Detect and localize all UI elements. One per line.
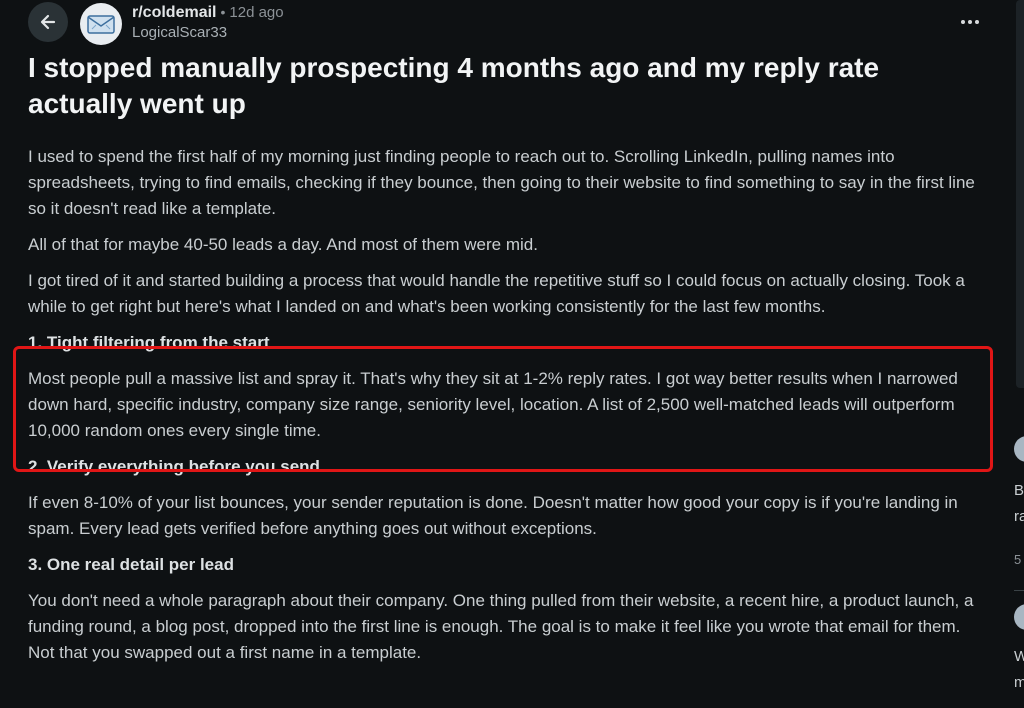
- meta-separator: •: [220, 4, 226, 20]
- body-paragraph: I used to spend the first half of my mor…: [28, 147, 975, 218]
- body-paragraph: All of that for maybe 40-50 leads a day.…: [28, 235, 538, 254]
- arrow-left-icon: [40, 14, 56, 30]
- sidebar-avatar[interactable]: [1014, 436, 1024, 462]
- subreddit-name[interactable]: r/coldemail: [132, 4, 216, 21]
- sidebar-item-title[interactable]: B: [1014, 482, 1024, 499]
- envelope-icon: [87, 15, 115, 34]
- sidebar-item-title[interactable]: m: [1014, 674, 1024, 691]
- post-title: I stopped manually prospecting 4 months …: [28, 52, 880, 119]
- sidebar-item-title[interactable]: W: [1014, 648, 1024, 665]
- sidebar-item-meta: 5: [1014, 552, 1022, 567]
- more-options-button[interactable]: [956, 10, 984, 34]
- highlight-box: [13, 346, 993, 472]
- subreddit-avatar[interactable]: [80, 3, 122, 45]
- section-text: If even 8-10% of your list bounces, your…: [28, 493, 958, 538]
- sidebar-item-title[interactable]: ra: [1014, 508, 1024, 525]
- subreddit-meta: r/coldemail • 12d ago: [132, 4, 284, 22]
- sidebar-panel-edge: [1016, 0, 1024, 388]
- more-horizontal-icon: [961, 20, 979, 24]
- body-paragraph: I got tired of it and started building a…: [28, 271, 965, 316]
- sidebar-avatar[interactable]: [1014, 604, 1024, 630]
- sidebar-divider: [1014, 590, 1024, 591]
- section-heading: 3. One real detail per lead: [28, 555, 234, 574]
- back-button[interactable]: [28, 2, 68, 42]
- post-author[interactable]: LogicalScar33: [132, 24, 227, 41]
- post-time: 12d ago: [229, 4, 284, 21]
- section-text: You don't need a whole paragraph about t…: [28, 591, 974, 662]
